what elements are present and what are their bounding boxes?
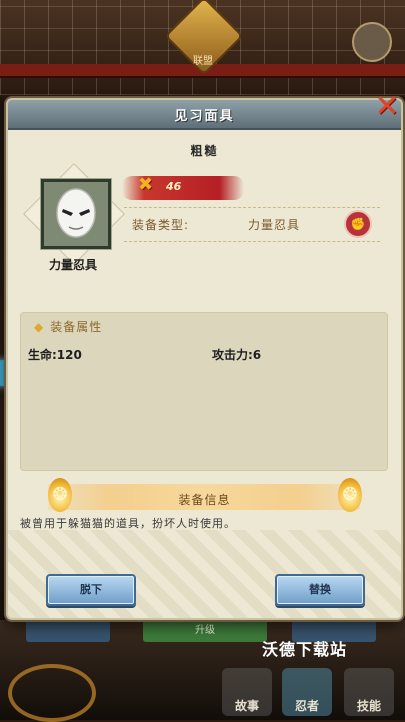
watermark-text: 沃德下载站 [262,640,348,659]
divider-top [124,207,380,208]
leaf-swirl-icon[interactable] [8,664,96,722]
attribute-header: ◆ 装备属性 [34,318,102,335]
unequip-button[interactable]: 脱下 [46,574,136,606]
item-icon-frame[interactable] [41,179,111,249]
white-mask-icon [56,188,96,238]
nav-story-label: 故事 [234,699,259,713]
stat-attack: 攻击力:6 [212,348,262,362]
nav-story-button[interactable]: 故事 [222,668,272,716]
fist-icon: ✊ [344,210,372,238]
item-description: 被曾用于躲猫猫的道具，扮坏人时使用。 [20,517,236,530]
attribute-panel [20,312,388,471]
dialog-title: 见习面具 [174,109,235,124]
info-title: 装备信息 [178,493,231,507]
dialog-header: 见习面具 [8,100,401,130]
nav-skill-button[interactable]: 技能 [344,668,394,716]
diamond-bullet-icon: ◆ [34,320,45,334]
bottom-tab-left[interactable] [26,620,110,642]
close-icon[interactable]: ✕ [372,92,402,122]
equip-type-value: 力量忍具 [248,218,301,232]
level-banner: ✖ 46 [122,174,244,200]
crossed-swords-icon: ✖ [138,174,154,195]
replace-button[interactable]: 替换 [275,574,365,606]
item-type-name: 力量忍具 [48,258,97,272]
item-grade: 粗糙 [190,144,219,158]
nav-ninja-label: 忍者 [294,699,319,713]
attribute-header-label: 装备属性 [50,320,103,334]
divider-bottom [124,241,380,242]
stat-hp: 生命:120 [28,348,82,362]
equipment-dialog: 见习面具 粗糙 力量忍具 ✖ 46 装备类型: 力量忍具 ✊ ◆ 装备属性 生命:… [6,98,403,620]
alliance-label: 联盟 [193,56,213,67]
equip-type-label: 装备类型: [132,218,190,232]
nav-skill-label: 技能 [356,699,381,713]
item-level: 46 [166,180,182,193]
bottom-tab-upgrade[interactable]: 升级 [143,620,267,642]
nav-ninja-button[interactable]: 忍者 [282,668,332,716]
top-right-menu-icon[interactable] [352,22,392,62]
